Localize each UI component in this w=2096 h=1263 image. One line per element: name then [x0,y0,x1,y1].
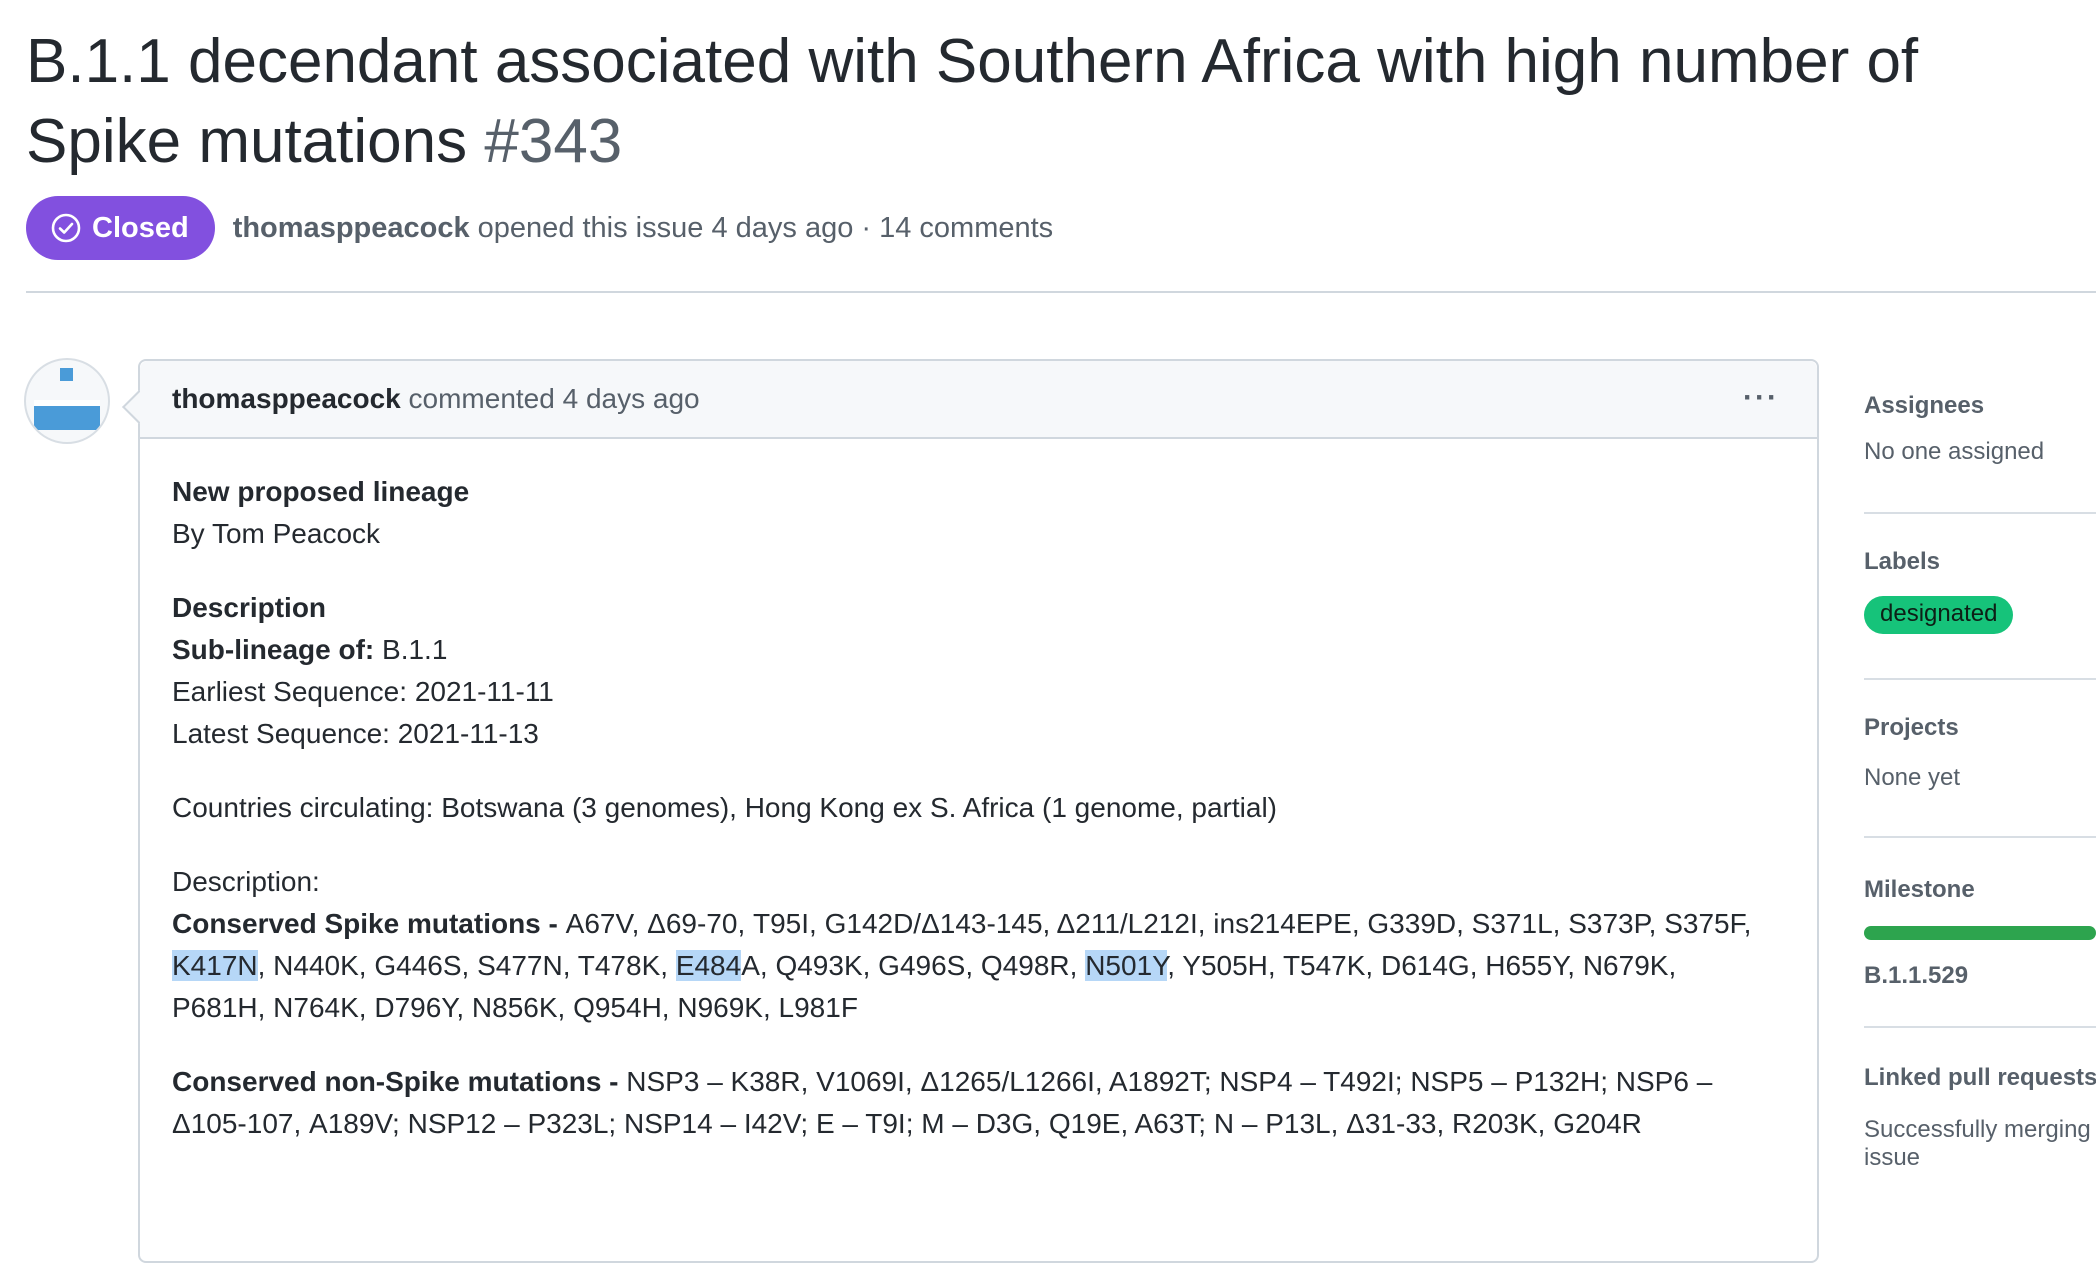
labels-section: Labels designated [1864,514,2096,680]
non-spike-mutations: Conserved non-Spike mutations - NSP3 – K… [172,1061,1792,1145]
issue-sidebar: Assignees No one assigned Labels designa… [1864,380,2096,1172]
issue-number: #343 [484,107,623,176]
projects-section: Projects None yet [1864,680,2096,838]
body-byline: By Tom Peacock [172,518,381,549]
spike-label: Conserved Spike mutations - [172,908,566,939]
highlight-k417n: K417N [172,950,258,981]
avatar-pixel-gap [34,400,100,406]
kebab-menu-icon[interactable]: ··· [1743,381,1779,415]
issue-title-text: B.1.1 decendant associated with Southern… [26,27,1919,176]
issue-author-link[interactable]: thomasppeacock [233,212,470,244]
avatar-pixel-body [34,404,100,430]
status-label: Closed [92,211,189,244]
issue-meta: Closed thomasppeacock opened this issue … [26,196,1053,260]
milestone-section: Milestone B.1.1.529 [1864,838,2096,1028]
countries-circulating: Countries circulating: Botswana (3 genom… [172,792,1278,823]
comment-body: New proposed lineage By Tom Peacock Desc… [172,471,1792,1145]
earliest-sequence: Earliest Sequence: 2021-11-11 [172,676,554,707]
spike-mutations: Conserved Spike mutations - A67V, Δ69-70… [172,903,1792,1029]
spike-text-1: A67V, Δ69-70, T95I, G142D/Δ143-145, Δ211… [565,908,1752,939]
label-designated[interactable]: designated [1864,596,2014,634]
spike-text-4: , Y505H, T547K, D614G, H655Y, N679K, [1167,950,1677,981]
comment-action-text[interactable]: commented 4 days ago [409,383,700,415]
latest-sequence: Latest Sequence: 2021-11-13 [172,718,539,749]
non-spike-label: Conserved non-Spike mutations - [172,1066,627,1097]
milestone-name[interactable]: B.1.1.529 [1864,940,2096,990]
highlight-n501y: N501Y [1085,950,1168,981]
linked-pr-section: Linked pull requests Successfully mergin… [1864,1028,2096,1172]
milestone-title[interactable]: Milestone [1864,838,2096,904]
comment-author-link[interactable]: thomasppeacock [172,383,401,415]
highlight-e484: E484 [675,950,742,981]
milestone-progress-bar [1864,926,2096,940]
assignees-value: No one assigned [1864,438,2045,465]
assignees-title[interactable]: Assignees [1864,380,2096,420]
spike-text-3: A, Q493K, G496S, Q498R, [741,950,1086,981]
description-label: Description: [172,866,320,897]
sublineage-line: Sub-lineage of: B.1.1 [172,629,1792,671]
sublineage-label: Sub-lineage of: [172,634,375,665]
assignees-section: Assignees No one assigned [1864,380,2096,514]
body-heading: New proposed lineage [172,476,470,507]
issue-title: B.1.1 decendant associated with Southern… [26,22,2066,182]
opened-info: thomasppeacock opened this issue 4 days … [233,212,1053,245]
opened-text: opened this issue 4 days ago · 14 commen… [477,211,1054,244]
status-badge: Closed [26,196,215,260]
check-circle-icon [51,213,81,243]
linked-pr-title: Linked pull requests [1864,1064,2096,1091]
projects-value: None yet [1864,764,1961,791]
linked-pr-value-2: issue [1864,1144,1921,1171]
comment-box: thomasppeacock commented 4 days ago ··· … [138,359,1819,1263]
non-spike-text-2: Δ105-107, A189V; NSP12 – P323L; NSP14 – … [172,1108,1642,1139]
linked-pr-value: Successfully merging [1864,1116,2091,1143]
spike-text-2: , N440K, G446S, S477N, T478K, [257,950,676,981]
description-heading: Description [172,592,327,623]
sublineage-value: B.1.1 [374,634,448,665]
avatar[interactable] [24,358,110,444]
header-divider [26,291,2096,293]
avatar-pixel-top [60,368,73,381]
comment-header: thomasppeacock commented 4 days ago ··· [140,361,1817,439]
labels-title[interactable]: Labels [1864,514,2096,576]
non-spike-text-1: NSP3 – K38R, V1069I, Δ1265/L1266I, A1892… [626,1066,1713,1097]
projects-title[interactable]: Projects [1864,680,2096,742]
spike-text-5: P681H, N764K, D796Y, N856K, Q954H, N969K… [172,992,858,1023]
